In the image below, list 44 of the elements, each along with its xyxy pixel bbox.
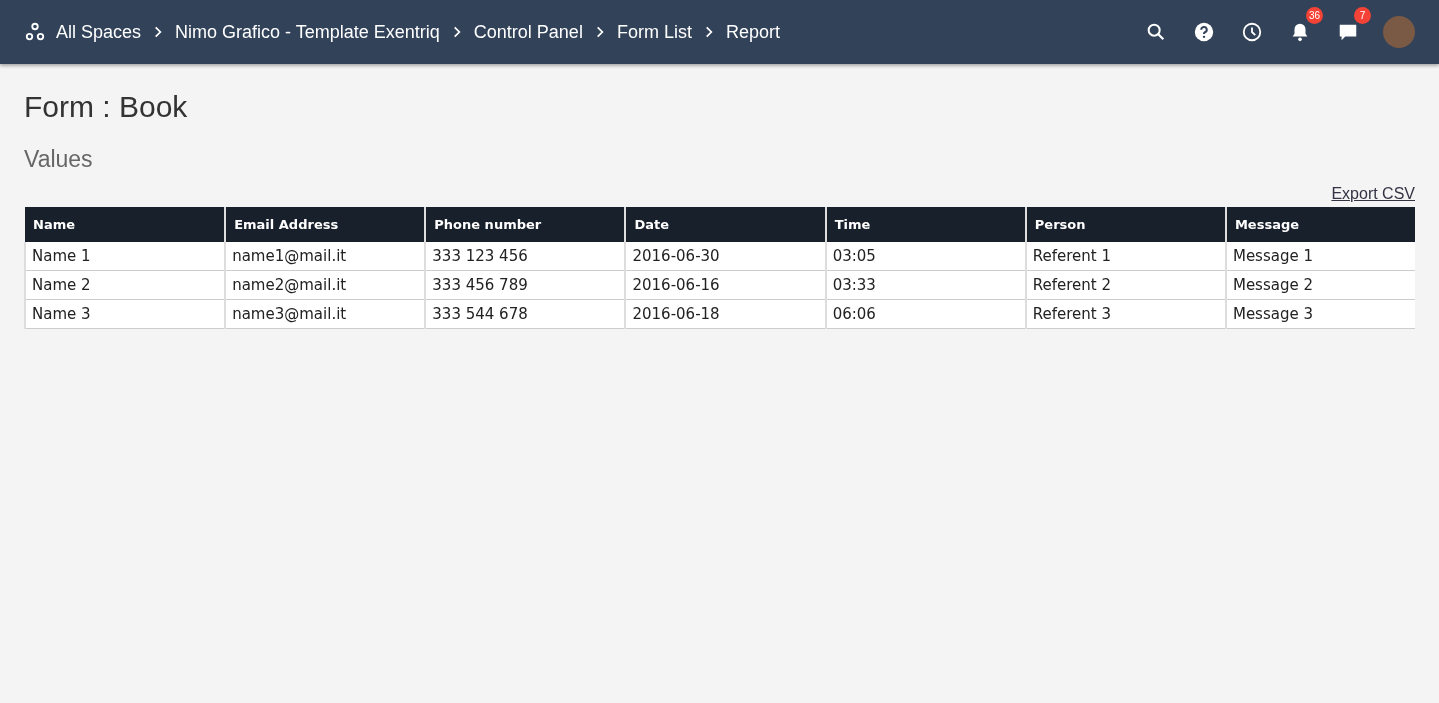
breadcrumb-link[interactable]: Form List (616, 21, 692, 43)
table-cell: 2016-06-18 (625, 299, 826, 329)
table-cell: Message 1 (1225, 242, 1415, 271)
table-cell: name2@mail.it (225, 270, 426, 300)
count-badge: 7 (1354, 7, 1371, 24)
breadcrumb-link[interactable]: Control Panel (473, 21, 583, 43)
breadcrumb-link[interactable]: Report (725, 21, 780, 43)
column-header: Message (1225, 207, 1415, 242)
table-cell: 333 123 456 (425, 242, 626, 271)
clock-icon (1241, 21, 1263, 43)
nodes-icon (24, 21, 46, 43)
table-cell: 333 544 678 (425, 299, 626, 329)
table-cell: name3@mail.it (225, 299, 426, 329)
column-header: Time (825, 207, 1026, 242)
help-icon (1193, 21, 1215, 43)
page-title: Form : Book (24, 90, 189, 124)
table-cell: Referent 3 (1025, 299, 1226, 329)
export-link[interactable]: Export CSV (1331, 185, 1415, 207)
column-header: Phone number (425, 207, 626, 242)
column-header: Person (1025, 207, 1226, 242)
table-cell: 06:06 (825, 299, 1026, 329)
table-cell: 03:33 (825, 270, 1026, 300)
table-cell: Referent 1 (1025, 242, 1226, 271)
table-cell: 2016-06-30 (625, 242, 826, 271)
breadcrumb-link[interactable]: Nimo Grafico - Template Exentriq (175, 21, 440, 43)
count-badge: 36 (1306, 7, 1323, 24)
breadcrumb-link[interactable]: All Spaces (56, 21, 142, 43)
column-header: Date (625, 207, 826, 242)
table-cell: Name 1 (25, 242, 226, 271)
bell-button[interactable]: 36 (1287, 7, 1323, 45)
search-icon (1145, 21, 1167, 43)
table-cell: Name 2 (25, 270, 226, 300)
table-cell: Referent 2 (1025, 270, 1226, 300)
table-cell: 03:05 (825, 242, 1026, 271)
table-cell: Message 3 (1225, 299, 1415, 329)
chat-button[interactable]: 7 (1335, 7, 1371, 45)
column-header: Name (25, 207, 226, 242)
table-cell: Name 3 (25, 299, 226, 329)
table-cell: 333 456 789 (425, 270, 626, 300)
table-cell: Message 2 (1225, 270, 1415, 300)
column-header: Email Address (225, 207, 426, 242)
table-cell: name1@mail.it (225, 242, 426, 271)
section-title: Values (24, 146, 94, 173)
table-cell: 2016-06-16 (625, 270, 826, 300)
